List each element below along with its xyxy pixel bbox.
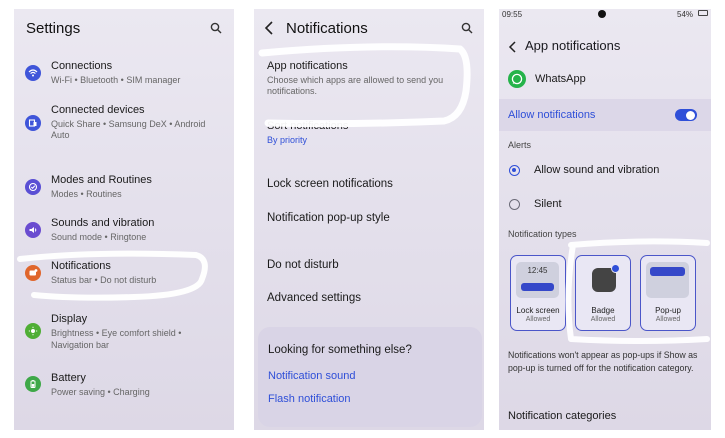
volume-icon bbox=[25, 222, 41, 238]
do-not-disturb-item[interactable]: Do not disturb bbox=[267, 259, 339, 271]
item-label: Display bbox=[51, 313, 88, 325]
radio-unselected[interactable] bbox=[509, 199, 520, 210]
card-label: Pop-up bbox=[655, 306, 681, 315]
item-sub-2: Navigation bar bbox=[51, 340, 110, 350]
item-sub: Quick Share • Samsung DeX • Android bbox=[51, 119, 206, 129]
back-arrow-icon[interactable] bbox=[264, 21, 274, 40]
settings-item-notifications[interactable]: Notifications Status bar • Do not distur… bbox=[14, 255, 234, 291]
card-label: Lock screen bbox=[516, 306, 560, 315]
type-card-badge[interactable]: Badge Allowed bbox=[575, 255, 631, 331]
check-circle-icon bbox=[25, 179, 41, 195]
option-silent[interactable]: Silent bbox=[499, 193, 711, 215]
page-title: Notifications bbox=[286, 20, 368, 37]
popup-note: Notifications won't appear as pop-ups if… bbox=[508, 350, 698, 373]
wifi-icon bbox=[25, 65, 41, 81]
badge-dot bbox=[611, 264, 620, 273]
settings-item-connected-devices[interactable]: Connected devices Quick Share • Samsung … bbox=[14, 98, 234, 146]
search-icon[interactable] bbox=[461, 21, 473, 39]
popup-style-item[interactable]: Notification pop-up style bbox=[267, 212, 390, 224]
item-label: Battery bbox=[51, 372, 86, 384]
battery-icon bbox=[25, 376, 41, 392]
allow-notifications-label: Allow notifications bbox=[508, 109, 596, 121]
settings-item-display[interactable]: Display Brightness • Eye comfort shield … bbox=[14, 311, 234, 359]
battery-icon bbox=[698, 10, 708, 16]
card-sub: Allowed bbox=[655, 316, 681, 323]
notification-types-header: Notification types bbox=[508, 229, 577, 239]
suggestions-card: Looking for something else? Notification… bbox=[258, 327, 482, 427]
page-title: App notifications bbox=[525, 38, 621, 53]
back-arrow-icon[interactable] bbox=[508, 40, 517, 58]
notification-categories-item[interactable]: Notification categories bbox=[508, 410, 616, 422]
card-label: Badge bbox=[591, 306, 615, 315]
item-sub: Status bar • Do not disturb bbox=[51, 275, 157, 285]
item-label: Sort notifications bbox=[267, 120, 349, 132]
status-time: 09:55 bbox=[502, 10, 523, 19]
app-notifications-item[interactable]: App notifications Choose which apps are … bbox=[254, 53, 484, 103]
option-label: Allow sound and vibration bbox=[534, 164, 660, 176]
item-sub: Sound mode • Ringtone bbox=[51, 232, 147, 242]
item-sub: Wi-Fi • Bluetooth • SIM manager bbox=[51, 75, 181, 85]
settings-item-modes-routines[interactable]: Modes and Routines Modes • Routines bbox=[14, 169, 234, 205]
alerts-header: Alerts bbox=[508, 140, 532, 150]
option-label: Silent bbox=[534, 198, 562, 210]
app-notifications-screen: 09:55 54% App notifications WhatsApp All… bbox=[499, 9, 711, 430]
lock-screen-notifications-item[interactable]: Lock screen notifications bbox=[267, 178, 393, 190]
suggestions-title: Looking for something else? bbox=[268, 344, 412, 356]
item-label: Modes and Routines bbox=[51, 174, 152, 186]
camera-cutout bbox=[598, 10, 606, 18]
item-sub: Brightness • Eye comfort shield • bbox=[51, 328, 182, 338]
settings-item-connections[interactable]: Connections Wi-Fi • Bluetooth • SIM mana… bbox=[14, 53, 234, 89]
whatsapp-icon bbox=[508, 70, 526, 88]
popup-preview bbox=[646, 262, 689, 298]
option-sound-vibration[interactable]: Allow sound and vibration bbox=[499, 159, 711, 181]
settings-item-battery[interactable]: Battery Power saving • Charging bbox=[14, 367, 234, 403]
item-sub: Modes • Routines bbox=[51, 189, 122, 199]
type-card-lock-screen[interactable]: 12:45 Lock screen Allowed bbox=[510, 255, 566, 331]
settings-item-sounds[interactable]: Sounds and vibration Sound mode • Ringto… bbox=[14, 212, 234, 248]
card-sub: Allowed bbox=[525, 316, 551, 323]
notifications-screen: Notifications App notifications Choose w… bbox=[254, 9, 484, 430]
item-label: App notifications bbox=[267, 60, 348, 72]
bell-icon bbox=[25, 265, 41, 281]
item-label: Connections bbox=[51, 60, 113, 72]
sort-notifications-item[interactable]: Sort notifications By priority bbox=[254, 115, 484, 151]
search-icon[interactable] bbox=[210, 21, 222, 39]
card-sub: Allowed bbox=[590, 316, 616, 323]
item-sub: By priority bbox=[267, 135, 308, 145]
sun-icon bbox=[25, 323, 41, 339]
advanced-settings-item[interactable]: Advanced settings bbox=[267, 292, 361, 304]
allow-notifications-row[interactable]: Allow notifications bbox=[499, 99, 711, 131]
item-label: Notifications bbox=[51, 260, 111, 272]
settings-screen: Settings Connections Wi-Fi • Bluetooth •… bbox=[14, 9, 234, 430]
item-sub: Power saving • Charging bbox=[51, 387, 150, 397]
item-sub-2: Auto bbox=[51, 130, 70, 140]
lock-screen-preview: 12:45 bbox=[516, 262, 559, 298]
status-battery: 54% bbox=[677, 10, 694, 19]
app-name: WhatsApp bbox=[535, 73, 586, 85]
item-label: Sounds and vibration bbox=[51, 217, 155, 229]
devices-icon bbox=[25, 115, 41, 131]
radio-selected[interactable] bbox=[509, 165, 520, 176]
item-sub: Choose which apps are allowed to send yo… bbox=[267, 75, 444, 96]
item-label: Connected devices bbox=[51, 104, 145, 116]
page-title: Settings bbox=[26, 20, 81, 37]
notification-sound-link[interactable]: Notification sound bbox=[268, 370, 355, 382]
flash-notification-link[interactable]: Flash notification bbox=[268, 393, 351, 405]
allow-notifications-toggle[interactable] bbox=[675, 109, 697, 121]
type-card-popup[interactable]: Pop-up Allowed bbox=[640, 255, 696, 331]
preview-clock: 12:45 bbox=[527, 266, 548, 275]
